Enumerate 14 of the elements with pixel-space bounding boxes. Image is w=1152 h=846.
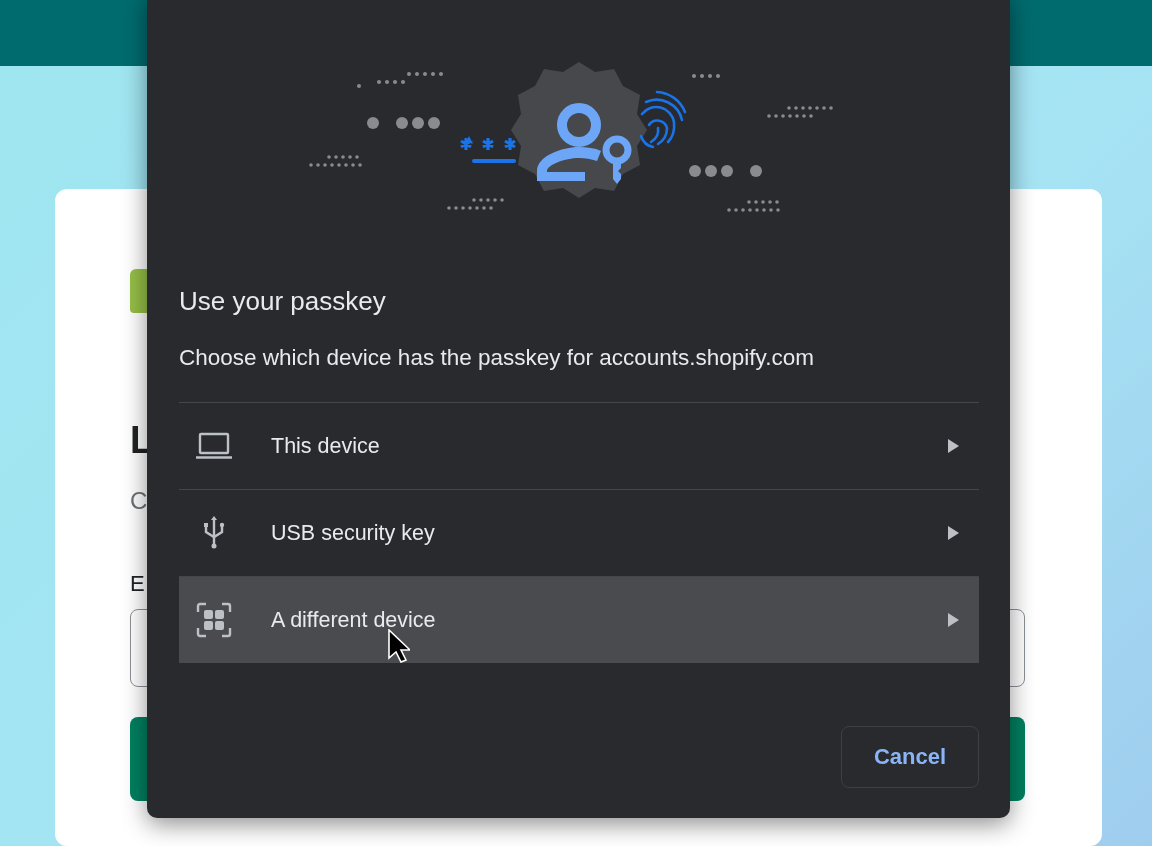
usb-icon [202,516,226,551]
device-option[interactable]: A different device [179,577,979,664]
dialog-title: Use your passkey [179,286,387,318]
laptop-icon [195,432,233,461]
chevron-right-icon [948,526,959,541]
dialog-subtitle: Choose which device has the passkey for accounts.shopify.com [179,344,815,373]
chevron-right-icon [948,613,959,628]
device-grid-icon [196,602,232,639]
field-label: E [130,571,145,597]
mouse-cursor-icon [388,629,410,664]
cancel-button[interactable]: Cancel [841,726,979,788]
device-option[interactable]: This device [179,403,979,491]
page-subheading: C [130,487,148,515]
chevron-right-icon [948,439,959,454]
